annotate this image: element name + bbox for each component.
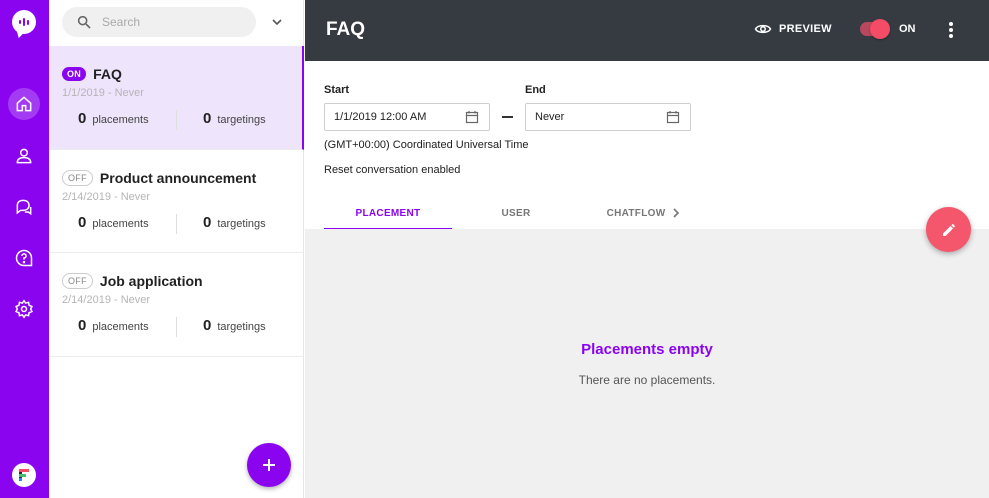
timezone-text: (GMT+00:00) Coordinated Universal Time (324, 139, 529, 151)
chat-bubbles-icon (16, 199, 32, 216)
add-conversation-button[interactable] (247, 443, 291, 487)
pencil-icon (942, 223, 955, 236)
status-badge: OFF (62, 273, 93, 289)
placements-count: 0 placements (78, 317, 149, 334)
placements-count: 0 placements (78, 214, 149, 231)
start-date-field[interactable]: 1/1/2019 12:00 AM (324, 103, 490, 131)
placements-count: 0 placements (78, 110, 149, 127)
end-date-value: Never (535, 111, 565, 123)
conversation-title: Job application (99, 273, 203, 289)
active-toggle[interactable] (860, 19, 890, 39)
end-label: End (525, 84, 546, 96)
conversation-title: FAQ (93, 66, 122, 82)
conversation-dates: 2/14/2019 - Never (62, 191, 151, 203)
end-date-field[interactable]: Never (525, 103, 691, 131)
calendar-icon[interactable] (465, 110, 479, 124)
conversation-title: Product announcement (99, 170, 257, 186)
page-header: FAQ PREVIEW ON (305, 0, 989, 61)
page-title: FAQ (326, 19, 366, 40)
tab-chatflow[interactable]: CHATFLOW (580, 197, 708, 229)
range-separator (502, 116, 513, 118)
reset-note: Reset conversation enabled (324, 164, 461, 176)
workspace-logo-icon[interactable] (12, 463, 36, 487)
calendar-icon[interactable] (666, 110, 680, 124)
empty-state-title: Placements empty (581, 341, 713, 358)
home-icon (16, 96, 32, 112)
help-icon (15, 249, 33, 267)
conversation-item[interactable]: ON FAQ 1/1/2019 - Never 0 placements 0 tar… (49, 46, 304, 150)
search-box[interactable] (62, 7, 256, 37)
chevron-down-icon (272, 19, 282, 26)
conversation-item[interactable]: OFF Job application 2/14/2019 - Never 0p… (49, 253, 304, 357)
nav-help[interactable] (8, 242, 40, 274)
tab-user[interactable]: USER (452, 197, 580, 229)
nav-users[interactable] (8, 140, 40, 172)
edit-button[interactable] (926, 207, 971, 252)
toggle-label: ON (899, 23, 916, 35)
conversation-dates: 2/14/2019 - Never (62, 294, 151, 306)
schedule-settings: Start 1/1/2019 12:00 AM End Never (GMT+0… (305, 61, 989, 230)
tab-placement[interactable]: PLACEMENT (324, 197, 452, 230)
targetings-count: 0 targetings (203, 214, 266, 231)
chevron-right-icon (673, 208, 680, 218)
eye-icon (754, 24, 772, 34)
start-date-value: 1/1/2019 12:00 AM (334, 111, 427, 123)
app-logo-icon[interactable] (12, 10, 36, 34)
nav-conversations[interactable] (8, 191, 40, 223)
placements-content: Placements empty There are no placements… (305, 229, 989, 498)
gear-icon (15, 299, 33, 319)
user-icon (16, 148, 32, 164)
start-label: Start (324, 84, 350, 96)
tab-bar: PLACEMENT USER CHATFLOW (324, 197, 904, 230)
empty-state-text: There are no placements. (578, 373, 716, 387)
conversation-list-panel: ON FAQ 1/1/2019 - Never 0placements 0tar… (49, 0, 304, 498)
search-input[interactable] (102, 15, 242, 29)
search-icon (77, 15, 91, 29)
more-options-button[interactable] (945, 20, 957, 40)
plus-icon (263, 459, 275, 471)
app-rail (0, 0, 49, 498)
nav-home[interactable] (8, 88, 40, 120)
status-badge: OFF (62, 170, 93, 186)
preview-button[interactable]: PREVIEW (754, 20, 832, 38)
status-badge: ON (62, 67, 87, 81)
nav-settings[interactable] (8, 293, 40, 325)
targetings-count: 0 targetings (203, 317, 266, 334)
targetings-count: 0 targetings (203, 110, 266, 127)
conversation-item[interactable]: OFF Product announcement 2/14/2019 - Nev… (49, 150, 304, 253)
conversation-dates: 1/1/2019 - Never (62, 87, 144, 99)
filter-dropdown[interactable] (269, 14, 285, 30)
preview-label: PREVIEW (779, 23, 832, 35)
